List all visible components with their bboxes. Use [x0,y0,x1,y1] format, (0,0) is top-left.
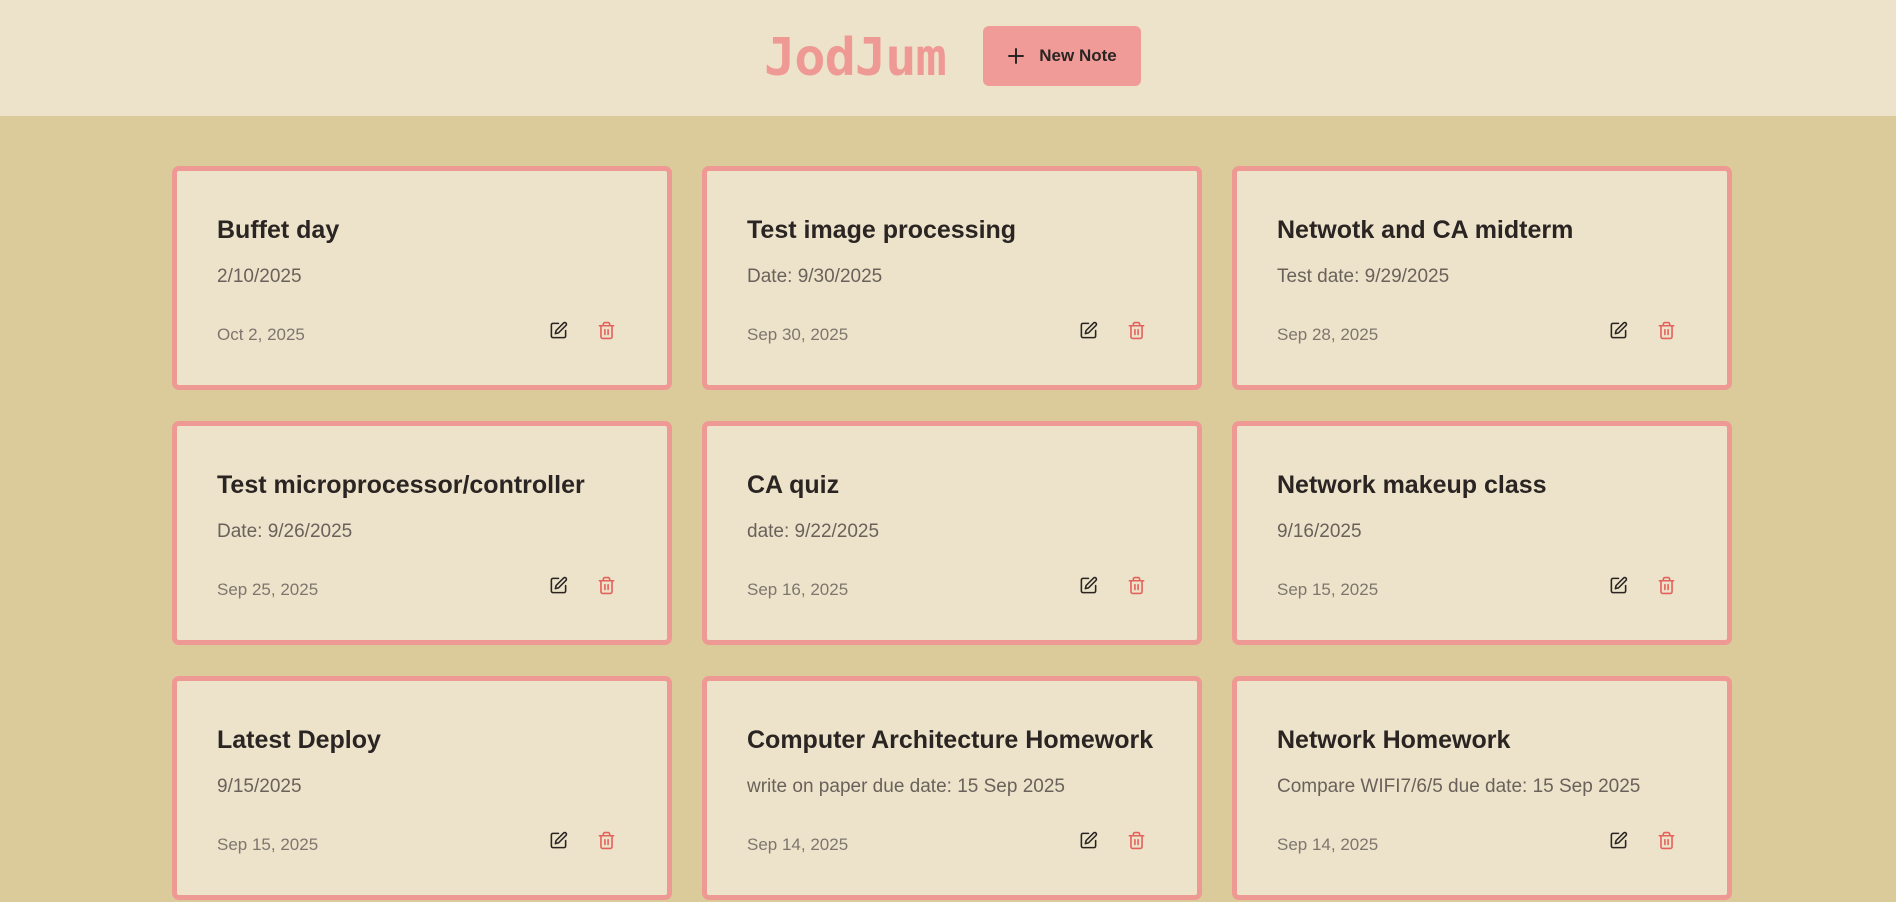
edit-note-button[interactable] [1607,831,1629,853]
note-date: Sep 15, 2025 [1277,580,1379,599]
note-actions [1607,576,1677,598]
edit-icon [1609,576,1628,598]
note-card[interactable]: Network makeup class 9/16/2025 Sep 15, 2… [1232,421,1732,645]
note-date: Sep 25, 2025 [217,580,319,599]
note-card[interactable]: Test microprocessor/controller Date: 9/2… [172,421,672,645]
note-actions [1607,831,1677,853]
note-date: Sep 30, 2025 [747,325,849,344]
note-date: Sep 28, 2025 [1277,325,1379,344]
trash-icon [597,831,616,853]
note-date: Sep 14, 2025 [1277,835,1379,854]
edit-icon [1079,831,1098,853]
note-card[interactable]: Computer Architecture Homework write on … [702,676,1202,900]
note-content: write on paper due date: 15 Sep 2025 [747,776,1065,797]
delete-note-button[interactable] [1655,321,1677,343]
edit-note-button[interactable] [1077,576,1099,598]
edit-icon [1079,321,1098,343]
delete-note-button[interactable] [1655,576,1677,598]
note-card[interactable]: Network Homework Compare WIFI7/6/5 due d… [1232,676,1732,900]
delete-note-button[interactable] [1655,831,1677,853]
note-card[interactable]: Latest Deploy 9/15/2025 Sep 15, 2025 [172,676,672,900]
note-title: Buffet day [217,216,340,244]
note-actions [547,831,617,853]
trash-icon [1127,576,1146,598]
trash-icon [597,576,616,598]
plus-icon [1007,47,1025,65]
delete-note-button[interactable] [1125,831,1147,853]
new-note-label: New Note [1039,46,1117,65]
note-card[interactable]: Test image processing Date: 9/30/2025 Se… [702,166,1202,390]
trash-icon [597,321,616,343]
note-title: Test image processing [747,216,1017,244]
trash-icon [1127,321,1146,343]
edit-note-button[interactable] [1607,321,1629,343]
note-title: CA quiz [747,471,840,499]
note-content: 2/10/2025 [217,266,302,287]
note-actions [1077,576,1147,598]
note-title: Netwotk and CA midterm [1277,216,1574,244]
note-content: Date: 9/26/2025 [217,521,353,542]
trash-icon [1657,576,1676,598]
top-bar: JodJum New Note [0,0,1896,116]
edit-icon [1609,321,1628,343]
delete-note-button[interactable] [595,576,617,598]
delete-note-button[interactable] [595,321,617,343]
note-date: Sep 15, 2025 [217,835,319,854]
edit-note-button[interactable] [1077,321,1099,343]
note-title: Computer Architecture Homework [747,726,1154,754]
edit-note-button[interactable] [1607,576,1629,598]
note-actions [1077,321,1147,343]
note-actions [1077,831,1147,853]
delete-note-button[interactable] [1125,321,1147,343]
note-content: Compare WIFI7/6/5 due date: 15 Sep 2025 [1277,776,1641,797]
app-logo: JodJum [764,28,947,88]
note-card[interactable]: CA quiz date: 9/22/2025 Sep 16, 2025 [702,421,1202,645]
note-card[interactable]: Buffet day 2/10/2025 Oct 2, 2025 [172,166,672,390]
note-content: 9/16/2025 [1277,521,1362,542]
note-date: Sep 16, 2025 [747,580,849,599]
note-title: Test microprocessor/controller [217,471,585,499]
edit-icon [549,831,568,853]
edit-note-button[interactable] [547,831,569,853]
note-content: Date: 9/30/2025 [747,266,883,287]
edit-icon [1079,576,1098,598]
notes-grid: Buffet day 2/10/2025 Oct 2, 2025 Test im… [172,166,1732,900]
note-actions [547,576,617,598]
delete-note-button[interactable] [1125,576,1147,598]
note-actions [1607,321,1677,343]
note-content: date: 9/22/2025 [747,521,880,542]
edit-icon [549,576,568,598]
edit-icon [549,321,568,343]
new-note-button[interactable]: New Note [983,26,1141,86]
note-title: Latest Deploy [217,726,381,754]
edit-note-button[interactable] [1077,831,1099,853]
trash-icon [1657,831,1676,853]
note-content: Test date: 9/29/2025 [1277,266,1450,287]
delete-note-button[interactable] [595,831,617,853]
edit-note-button[interactable] [547,321,569,343]
trash-icon [1127,831,1146,853]
note-date: Oct 2, 2025 [217,325,305,344]
trash-icon [1657,321,1676,343]
note-title: Network makeup class [1277,471,1547,499]
edit-icon [1609,831,1628,853]
note-date: Sep 14, 2025 [747,835,849,854]
note-content: 9/15/2025 [217,776,302,797]
note-title: Network Homework [1277,726,1511,754]
edit-note-button[interactable] [547,576,569,598]
note-actions [547,321,617,343]
note-card[interactable]: Netwotk and CA midterm Test date: 9/29/2… [1232,166,1732,390]
